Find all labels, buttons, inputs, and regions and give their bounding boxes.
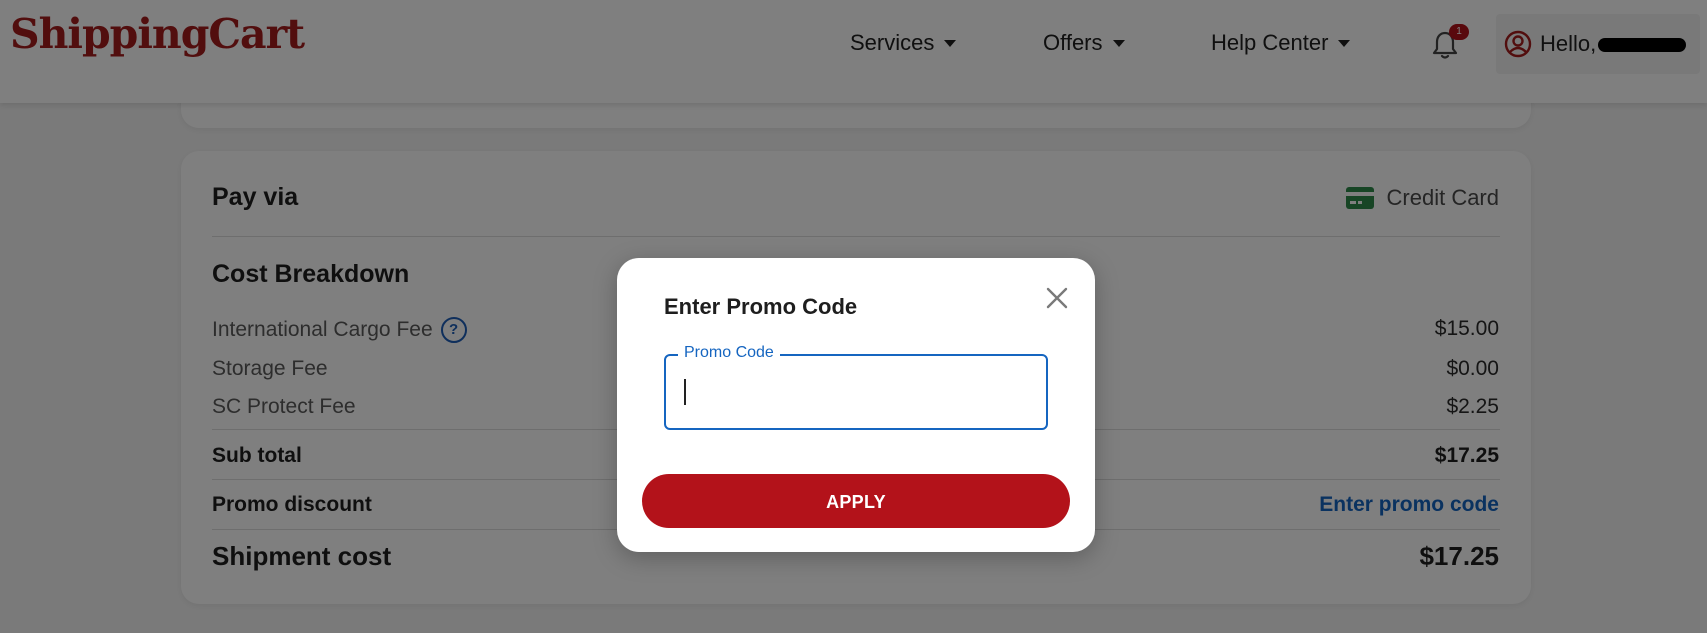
promo-code-dialog: Enter Promo Code Promo Code APPLY — [617, 258, 1095, 552]
text-cursor — [684, 379, 686, 405]
close-icon[interactable] — [1042, 283, 1072, 313]
promo-code-field-label: Promo Code — [678, 344, 780, 362]
promo-code-input[interactable] — [682, 374, 1026, 412]
dialog-title: Enter Promo Code — [664, 294, 858, 319]
apply-button[interactable]: APPLY — [642, 474, 1070, 528]
promo-code-field[interactable]: Promo Code — [664, 344, 1048, 430]
